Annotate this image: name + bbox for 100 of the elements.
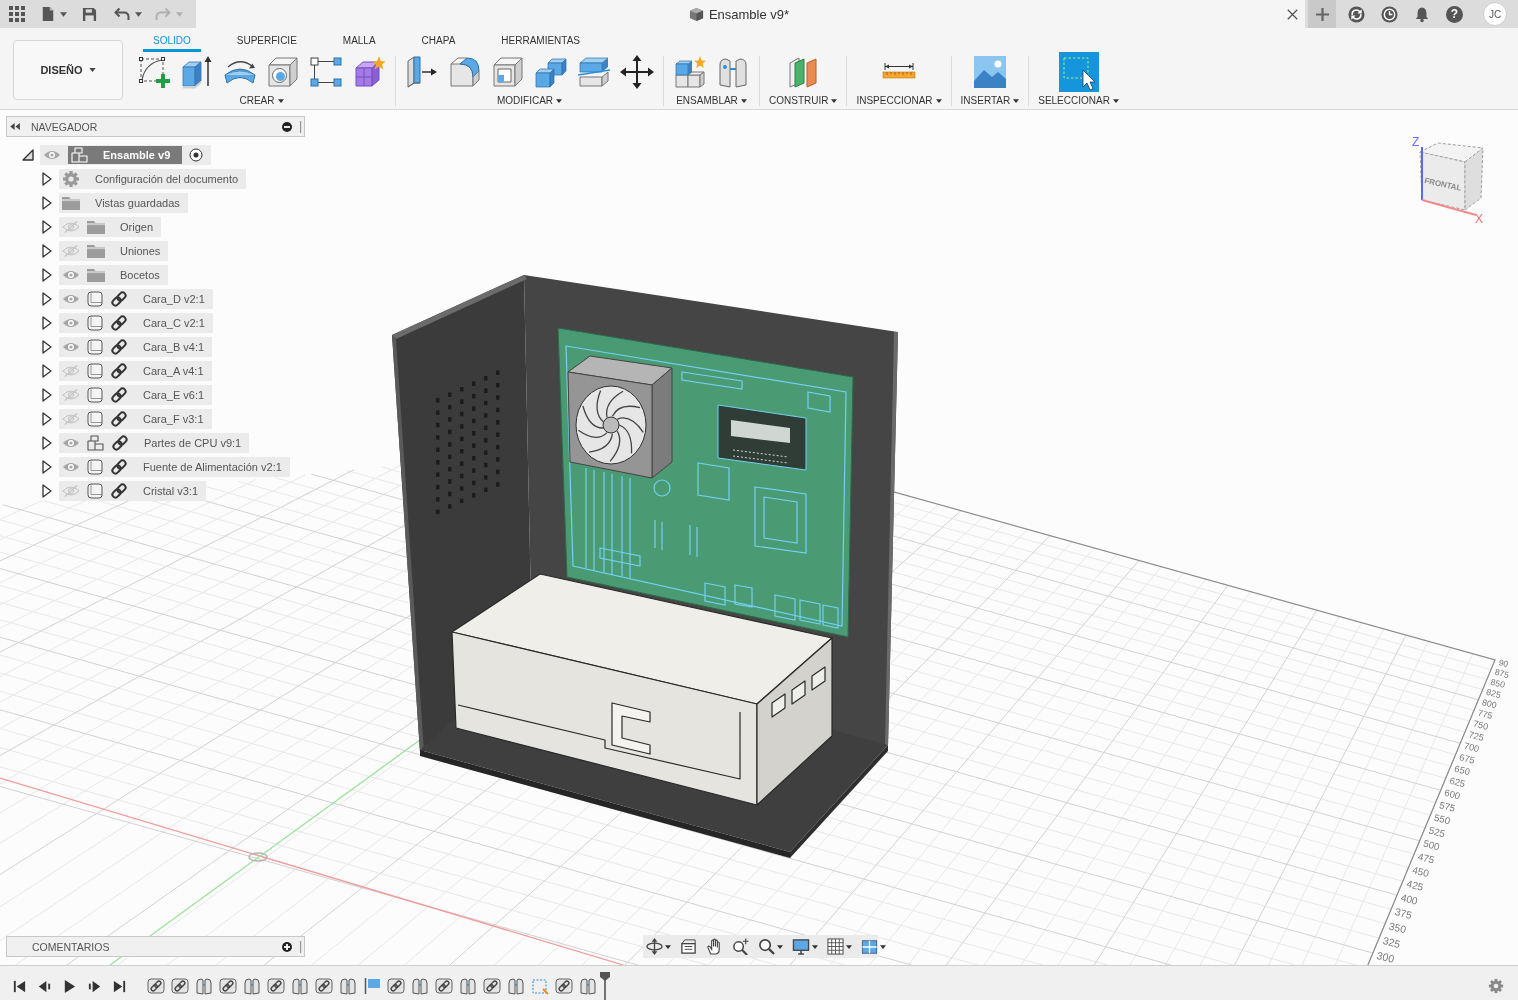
box-view-icon[interactable] [680,938,697,955]
clock-icon[interactable] [1381,5,1398,23]
hollow-box-icon[interactable] [491,55,525,89]
bracket-pair-icon[interactable] [195,977,213,995]
caret-icon[interactable] [277,98,284,103]
caret-icon[interactable] [777,944,783,949]
caret-icon[interactable] [88,68,96,72]
disclosure-triangle-icon[interactable] [41,172,53,186]
apps-grid-icon[interactable] [9,6,25,22]
tree-item[interactable]: Ensamble v9 [40,145,212,165]
caret-icon[interactable] [1112,98,1119,103]
bracket-pair-icon[interactable] [243,977,261,995]
dashed-square-plus-icon[interactable] [137,55,171,89]
disclosure-triangle-icon[interactable] [41,244,53,258]
plus-circle-icon[interactable] [282,941,292,952]
skip-start-icon[interactable] [12,978,27,994]
caret-icon[interactable] [831,98,838,103]
chain-link-icon[interactable] [147,977,165,995]
picture-icon[interactable] [972,55,1007,89]
tool-group-menu[interactable]: ENSAMBLAR [676,92,747,109]
bracket-pair-icon[interactable] [507,977,525,995]
caret-icon[interactable] [135,11,142,17]
tree-item[interactable]: Cara_E v6:1 [59,385,213,405]
caret-icon[interactable] [812,944,818,949]
disclosure-triangle-icon[interactable] [41,292,53,306]
panel-arrow-icon[interactable] [405,55,439,89]
toolbar-tab[interactable]: SUPERFICIE [226,28,307,52]
bracket-pair-icon[interactable] [339,977,357,995]
disclosure-triangle-icon[interactable] [41,268,53,282]
zoom-icon[interactable] [758,938,775,955]
disclosure-triangle-icon[interactable] [41,316,53,330]
caret-icon[interactable] [740,98,747,103]
tree-item[interactable]: Configuración del documento [59,169,247,189]
save-icon[interactable] [82,6,97,22]
caret-icon[interactable] [60,11,67,17]
settings-icon[interactable] [1488,978,1504,994]
disclosure-triangle-icon[interactable] [41,436,53,450]
sync-icon[interactable] [1348,5,1365,23]
tool-group-menu[interactable]: CREAR [239,92,284,109]
new-tab-button[interactable] [1308,0,1336,28]
toolbar-tab[interactable]: CHAPA [411,28,466,52]
chain-link-icon[interactable] [483,977,501,995]
monitor-icon[interactable] [792,938,810,955]
close-icon[interactable] [1287,8,1298,20]
tool-group-menu[interactable]: INSERTAR [960,92,1020,109]
tree-item[interactable]: Cara_D v2:1 [59,289,213,309]
tree-item[interactable]: Cara_C v2:1 [59,313,213,333]
caret-icon[interactable] [1013,98,1020,103]
disclosure-triangle-icon[interactable] [41,220,53,234]
bracket-pair-icon[interactable] [291,977,309,995]
tool-group-menu[interactable]: CONSTRUIR [769,92,838,109]
play-icon[interactable] [62,978,77,994]
selection-cursor-icon[interactable] [1058,52,1099,92]
chain-link-icon[interactable] [267,977,285,995]
grid-icon[interactable] [827,938,844,955]
tree-item[interactable]: Cara_A v4:1 [59,361,212,381]
help-button[interactable]: ? [1446,5,1463,23]
user-avatar[interactable]: JC [1483,2,1507,26]
toolbar-tab[interactable]: MALLA [332,28,386,52]
tree-item[interactable]: Fuente de Alimentación v2:1 [59,457,290,477]
tree-item[interactable]: Cara_F v3:1 [59,409,212,429]
chain-link-icon[interactable] [219,977,237,995]
flag-icon[interactable] [363,977,381,995]
rounded-box-icon[interactable] [448,55,482,89]
box-hole-icon[interactable] [266,55,300,89]
tool-group-menu[interactable]: MODIFICAR [496,92,563,109]
toolbar-tab[interactable]: HERRAMIENTAS [491,28,591,52]
tree-item[interactable]: Cara_B v4:1 [59,337,213,357]
workspace-menu[interactable]: DISEÑO [13,40,123,100]
caret-icon[interactable] [556,98,563,103]
cubes-star-icon[interactable] [673,55,707,89]
file-icon[interactable] [41,6,55,22]
disclosure-triangle-icon[interactable] [41,196,53,210]
cube-star-icon[interactable] [352,55,386,89]
tree-item[interactable]: Bocetos [59,265,168,285]
disclosure-triangle-icon[interactable] [41,340,53,354]
radio-target-icon[interactable] [189,148,204,162]
caret-icon[interactable] [665,944,671,949]
tree-item[interactable]: Cristal v3:1 [59,481,207,501]
ellipse-arrow-icon[interactable] [646,938,663,955]
disclosure-triangle-icon[interactable] [22,149,34,161]
bracket-pair-icon[interactable] [579,977,597,995]
chain-link-icon[interactable] [435,977,453,995]
disclosure-triangle-icon[interactable] [41,388,53,402]
bracket-pair-icon[interactable] [716,55,750,89]
chain-link-icon[interactable] [315,977,333,995]
hand-icon[interactable] [706,938,723,955]
chain-link-icon[interactable] [387,977,405,995]
tool-group-menu[interactable]: SELECCIONAR [1038,92,1119,109]
tree-item[interactable]: Vistas guardadas [59,193,188,213]
tree-item[interactable]: Origen [59,217,162,237]
double-triangle-icon[interactable] [10,123,21,130]
sliced-box-icon[interactable] [577,55,611,89]
document-tab[interactable]: Ensamble v9* [196,0,1305,28]
stacked-cubes-icon[interactable] [534,55,568,89]
four-panes-icon[interactable] [861,938,878,955]
skip-end-icon[interactable] [112,978,127,994]
minus-circle-icon[interactable] [282,121,292,132]
chain-link-icon[interactable] [555,977,573,995]
undo-icon[interactable] [114,6,130,22]
